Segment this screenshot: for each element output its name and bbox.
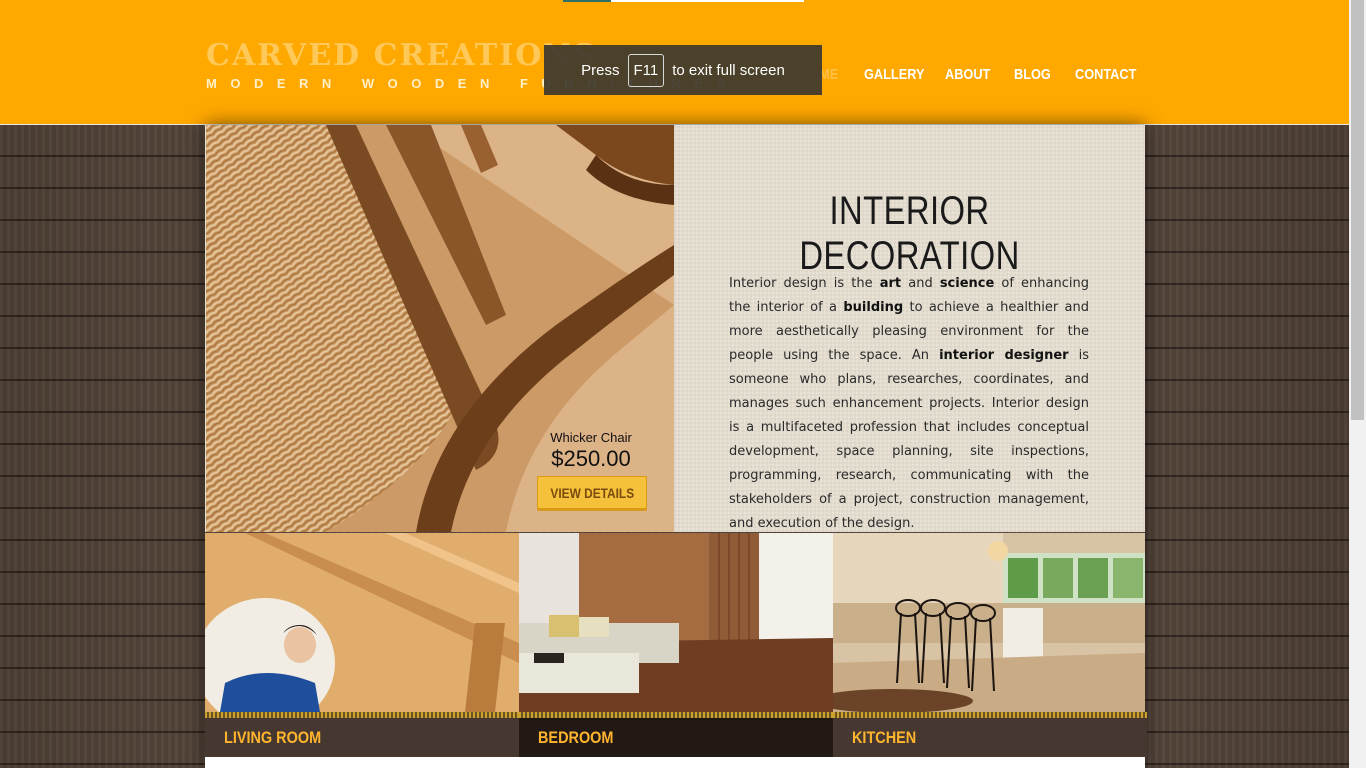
hero-paragraph-emphasis: art <box>879 276 902 291</box>
toast-press: Press <box>581 61 620 79</box>
hero-text-panel: INTERIOR DECORATION Interior design is t… <box>674 125 1145 532</box>
nav-gallery[interactable]: GALLERY <box>864 66 924 83</box>
hero-section: Whicker Chair $250.00 VIEW DETAILS INTER… <box>205 125 1145 532</box>
chair-image: Whicker Chair $250.00 VIEW DETAILS <box>206 125 674 532</box>
hero-paragraph-text: Interior design is the <box>729 276 880 291</box>
kitchen-image <box>833 533 1147 712</box>
nav-contact[interactable]: CONTACT <box>1075 66 1136 83</box>
main-container: Whicker Chair $250.00 VIEW DETAILS INTER… <box>205 125 1147 768</box>
fullscreen-toast: Press F11 to exit full screen <box>544 45 822 95</box>
category-label: KITCHEN <box>833 718 1147 757</box>
view-details-label: VIEW DETAILS <box>550 484 634 501</box>
page-scrollbar[interactable] <box>1349 0 1366 768</box>
living-room-image <box>205 533 519 712</box>
product-price: $250.00 <box>551 446 631 471</box>
hero-paragraph-text: and <box>901 276 940 291</box>
hero-paragraph: Interior design is the art and science o… <box>729 272 1089 536</box>
scrollbar-thumb[interactable] <box>1351 0 1364 420</box>
bedroom-image <box>519 533 833 712</box>
hero-paragraph-emphasis: interior designer <box>939 348 1069 363</box>
nav-blog[interactable]: BLOG <box>1014 66 1051 83</box>
hero-heading: INTERIOR DECORATION <box>799 189 1020 278</box>
category-living-room[interactable]: LIVING ROOM <box>205 533 519 757</box>
toast-message: to exit full screen <box>672 61 785 79</box>
category-label: LIVING ROOM <box>205 718 519 757</box>
loading-bar <box>563 0 804 2</box>
nav-about[interactable]: ABOUT <box>945 66 990 83</box>
category-bedroom[interactable]: BEDROOM <box>519 533 833 757</box>
hero-paragraph-text: is someone who plans, researches, coordi… <box>729 348 1089 531</box>
hero-paragraph-emphasis: science <box>939 276 995 291</box>
category-row: LIVING ROOM BEDROOM KITCHEN <box>205 533 1147 768</box>
view-details-button[interactable]: VIEW DETAILS <box>537 476 647 509</box>
logo-title[interactable]: CARVED CREATIONS <box>206 38 597 73</box>
hero-paragraph-emphasis: building <box>843 300 904 315</box>
category-label: BEDROOM <box>519 718 833 757</box>
toast-key: F11 <box>627 53 665 87</box>
content-bottom-strip <box>205 757 1145 768</box>
category-kitchen[interactable]: KITCHEN <box>833 533 1147 757</box>
product-name: Whicker Chair <box>550 430 632 445</box>
